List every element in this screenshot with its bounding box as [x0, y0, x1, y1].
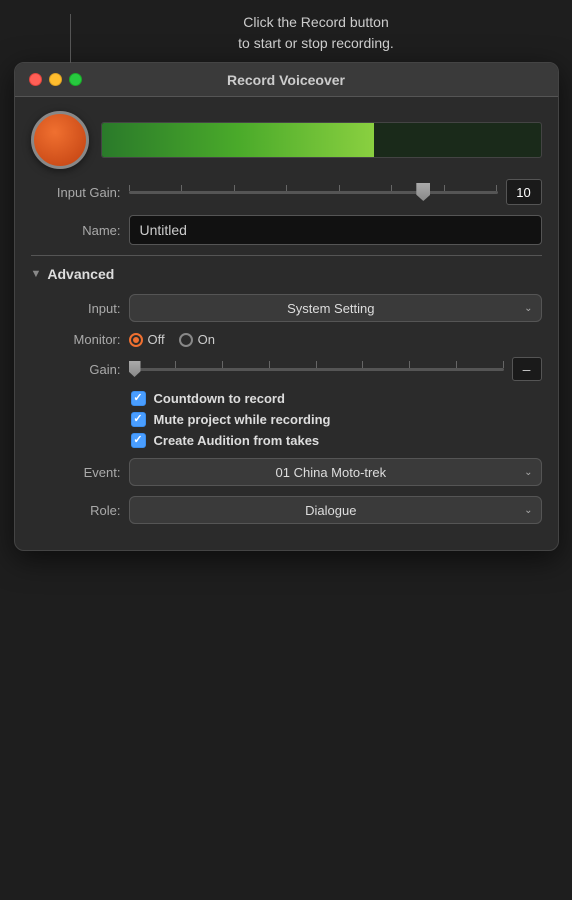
advanced-header[interactable]: ▼ Advanced	[31, 266, 542, 282]
role-row: Role: Dialogue ⌄	[31, 496, 542, 524]
traffic-lights	[29, 73, 82, 86]
advanced-input-label: Input:	[31, 301, 121, 316]
record-row	[31, 111, 542, 169]
maximize-button[interactable]	[69, 73, 82, 86]
level-bar	[102, 123, 374, 157]
record-button[interactable]	[31, 111, 89, 169]
event-row: Event: 01 China Moto-trek ⌄	[31, 458, 542, 486]
mute-checkbox[interactable]: ✓	[131, 412, 146, 427]
role-label: Role:	[31, 503, 121, 518]
advanced-gain-value: –	[512, 357, 542, 381]
record-voiceover-window: Record Voiceover Input Gain:	[14, 62, 559, 551]
checkbox-mute[interactable]: ✓ Mute project while recording	[31, 412, 542, 427]
divider	[31, 255, 542, 256]
input-dropdown-value: System Setting	[138, 301, 525, 316]
monitor-on-circle	[179, 333, 193, 347]
input-dropdown-arrow-icon: ⌄	[524, 303, 532, 314]
audition-checkbox[interactable]: ✓	[131, 433, 146, 448]
mute-checkmark: ✓	[133, 414, 142, 425]
gain-slider-ticks	[129, 361, 504, 368]
event-dropdown-value: 01 China Moto-trek	[138, 465, 525, 480]
window-content: Input Gain: 10	[15, 97, 558, 550]
advanced-title: Advanced	[47, 266, 114, 282]
checkbox-audition[interactable]: ✓ Create Audition from takes	[31, 433, 542, 448]
level-meter	[101, 122, 542, 158]
countdown-label: Countdown to record	[154, 391, 285, 406]
monitor-on-radio[interactable]: On	[179, 332, 215, 347]
slider-tick-marks	[129, 185, 498, 191]
input-gain-label: Input Gain:	[31, 185, 121, 200]
event-dropdown-arrow-icon: ⌄	[524, 467, 532, 478]
monitor-off-dot	[133, 337, 139, 343]
mute-label: Mute project while recording	[154, 412, 331, 427]
name-input[interactable]	[129, 215, 542, 245]
role-dropdown-arrow-icon: ⌄	[524, 505, 532, 516]
monitor-off-radio[interactable]: Off	[129, 332, 165, 347]
monitor-row: Monitor: Off On	[31, 332, 542, 347]
monitor-off-label: Off	[148, 332, 165, 347]
minimize-button[interactable]	[49, 73, 62, 86]
countdown-checkbox[interactable]: ✓	[131, 391, 146, 406]
role-dropdown-value: Dialogue	[138, 503, 525, 518]
tooltip-line	[70, 14, 71, 64]
input-gain-slider-container	[129, 182, 498, 202]
countdown-checkmark: ✓	[133, 393, 142, 404]
advanced-input-row: Input: System Setting ⌄	[31, 294, 542, 322]
monitor-off-circle	[129, 333, 143, 347]
advanced-gain-thumb[interactable]	[129, 361, 141, 377]
advanced-gain-label: Gain:	[31, 362, 121, 377]
input-dropdown[interactable]: System Setting ⌄	[129, 294, 542, 322]
advanced-gain-track[interactable]	[129, 368, 504, 371]
event-label: Event:	[31, 465, 121, 480]
name-row: Name:	[31, 215, 542, 245]
input-gain-row: Input Gain: 10	[31, 179, 542, 205]
input-gain-thumb[interactable]	[416, 183, 430, 201]
tooltip-area: Click the Record button to start or stop…	[0, 0, 572, 62]
window-title: Record Voiceover	[227, 72, 345, 88]
advanced-gain-slider-container	[129, 359, 504, 379]
name-label: Name:	[31, 223, 121, 238]
monitor-on-label: On	[198, 332, 215, 347]
advanced-gain-row: Gain: –	[31, 357, 542, 381]
input-gain-value: 10	[506, 179, 542, 205]
audition-label: Create Audition from takes	[154, 433, 320, 448]
audition-checkmark: ✓	[133, 435, 142, 446]
advanced-chevron-icon: ▼	[31, 268, 42, 280]
monitor-label: Monitor:	[31, 332, 121, 347]
event-dropdown[interactable]: 01 China Moto-trek ⌄	[129, 458, 542, 486]
input-gain-slider-track[interactable]	[129, 191, 498, 194]
role-dropdown[interactable]: Dialogue ⌄	[129, 496, 542, 524]
monitor-radio-group: Off On	[129, 332, 215, 347]
close-button[interactable]	[29, 73, 42, 86]
title-bar: Record Voiceover	[15, 63, 558, 97]
checkbox-countdown[interactable]: ✓ Countdown to record	[31, 391, 542, 406]
checkboxes-group: ✓ Countdown to record ✓ Mute project whi…	[31, 391, 542, 448]
tooltip-text: Click the Record button to start or stop…	[80, 12, 552, 54]
